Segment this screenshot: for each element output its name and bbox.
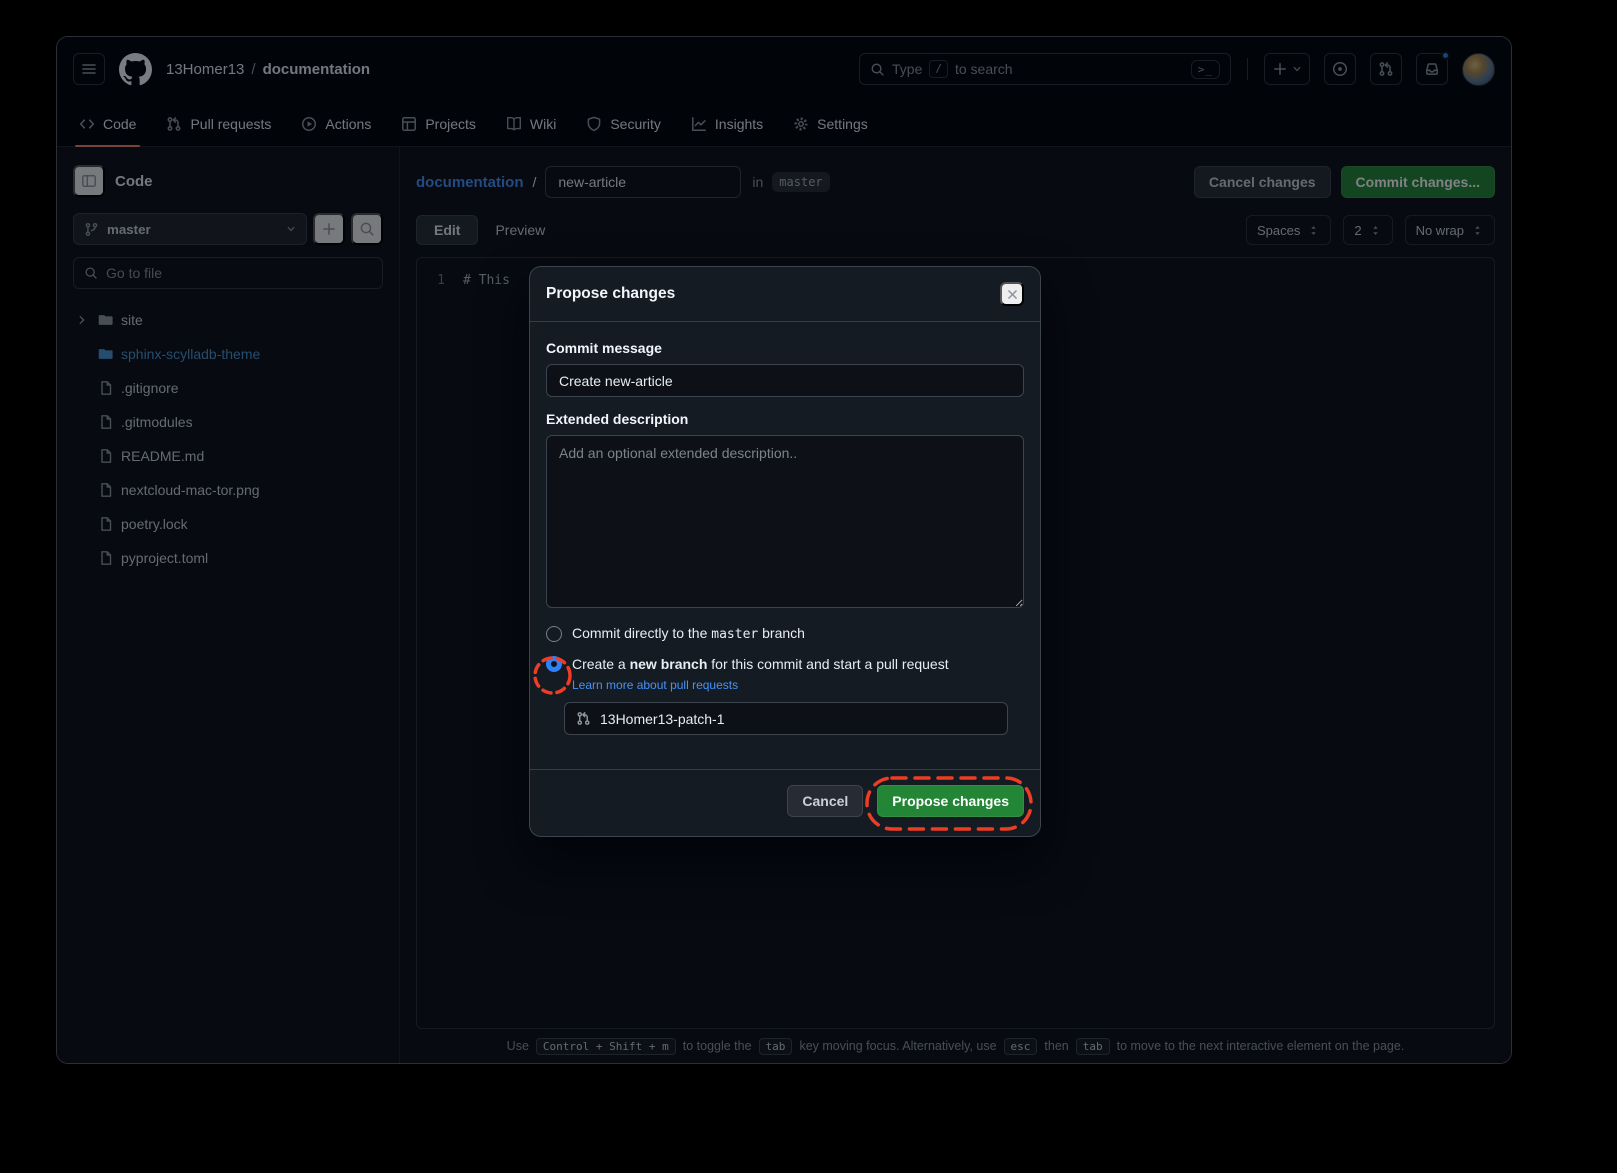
dialog-body: Commit message Extended description Comm… xyxy=(530,322,1040,753)
dialog-header: Propose changes xyxy=(530,267,1040,322)
branch-name-input[interactable] xyxy=(600,711,996,727)
dialog-title: Propose changes xyxy=(546,285,675,303)
extended-description-label: Extended description xyxy=(546,411,1024,427)
commit-message-label: Commit message xyxy=(546,340,1024,356)
radio-selected-icon[interactable] xyxy=(546,656,562,672)
learn-more-link[interactable]: Learn more about pull requests xyxy=(572,678,738,692)
page: 13Homer13 / documentation Type / to sear… xyxy=(0,0,1617,1173)
radio-unselected-icon[interactable] xyxy=(546,626,562,642)
branch-name-field[interactable] xyxy=(564,702,1008,735)
close-dialog-button[interactable] xyxy=(1000,282,1024,306)
commit-message-input[interactable] xyxy=(546,364,1024,397)
git-pull-request-icon xyxy=(576,711,591,726)
propose-changes-dialog: Propose changes Commit message Extended … xyxy=(529,266,1041,837)
dialog-footer: Cancel Propose changes xyxy=(530,769,1040,836)
radio-create-branch[interactable]: Create a new branch for this commit and … xyxy=(546,656,1024,672)
propose-changes-button[interactable]: Propose changes xyxy=(877,785,1024,817)
radio-commit-direct[interactable]: Commit directly to the master branch xyxy=(546,625,1024,642)
branch-code: master xyxy=(711,627,758,642)
extended-description-textarea[interactable] xyxy=(546,435,1024,608)
close-icon xyxy=(1005,287,1020,302)
github-window: 13Homer13 / documentation Type / to sear… xyxy=(56,36,1512,1064)
cancel-button[interactable]: Cancel xyxy=(787,785,863,817)
